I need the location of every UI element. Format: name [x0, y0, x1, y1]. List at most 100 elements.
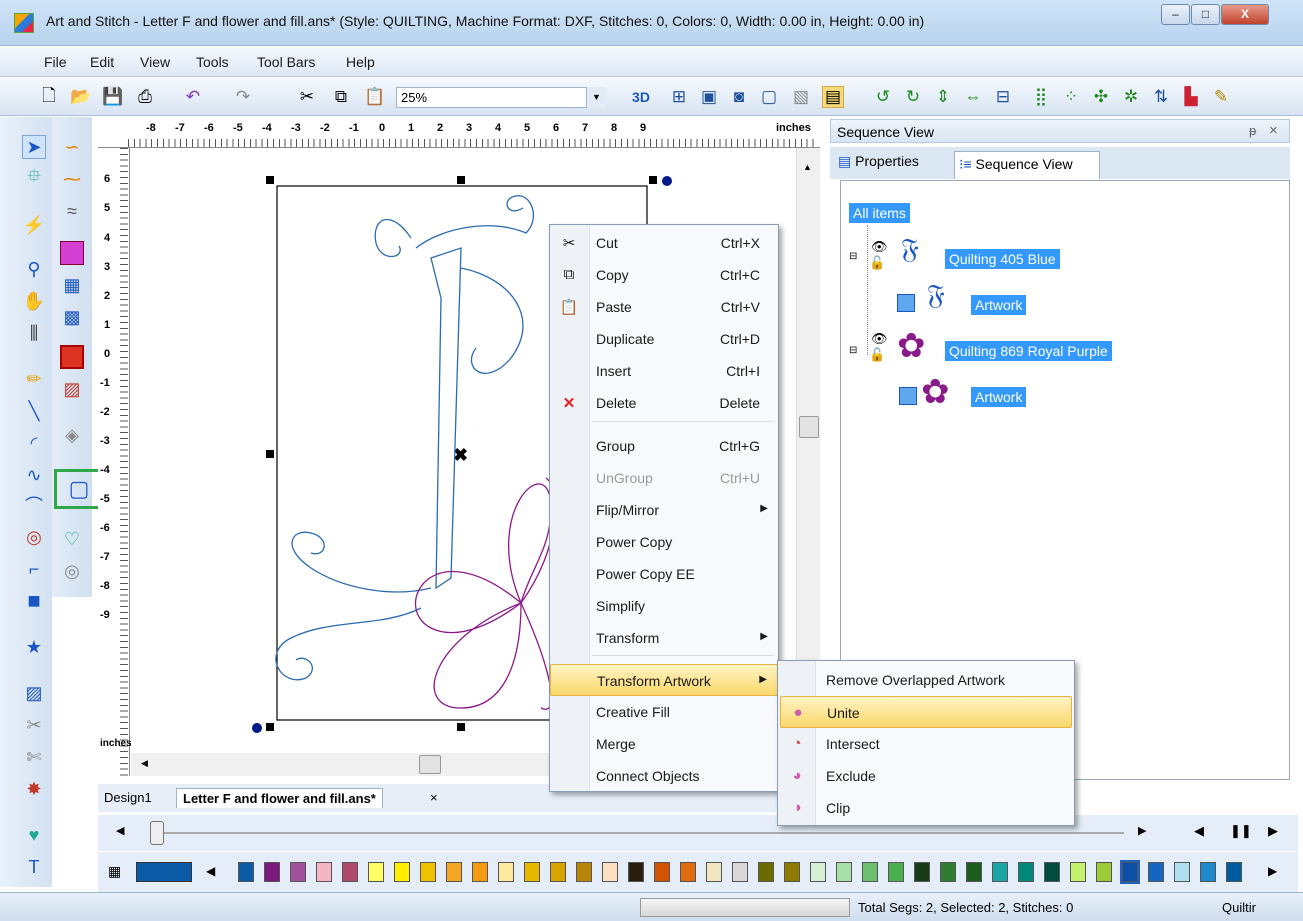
image-import-icon[interactable]: ▨	[22, 681, 46, 705]
palette-swatch[interactable]	[836, 862, 852, 882]
step-forward-icon[interactable]: ▶	[1138, 824, 1146, 837]
flip-horizontal-icon[interactable]: ⇔	[962, 86, 984, 108]
align-icon[interactable]: ⊟	[992, 86, 1014, 108]
wave-fill-icon[interactable]: ▩	[60, 305, 84, 329]
collapse-icon[interactable]: ⊟	[849, 251, 857, 262]
reshape-icon[interactable]: ⯐	[22, 166, 46, 191]
tree-item-artwork-blue[interactable]: Artwork	[971, 295, 1027, 315]
needle-icon[interactable]: ✂	[22, 713, 46, 737]
motif-fill-icon[interactable]: ▦	[60, 273, 84, 297]
tab-sequence-view[interactable]: ⁝≡ Sequence View	[954, 151, 1100, 179]
sequence-view-toggle-icon[interactable]: ▤	[822, 86, 844, 108]
edit-icon[interactable]: ✎	[1210, 86, 1232, 108]
rewind-icon[interactable]: ◀	[1194, 823, 1204, 839]
submenu-item-intersect[interactable]: ◔ Intersect	[780, 728, 1072, 760]
tab-letter-f[interactable]: Letter F and flower and fill.ans*	[176, 788, 383, 808]
palette-swatch[interactable]	[1120, 860, 1140, 884]
palette-swatch[interactable]	[888, 862, 904, 882]
palette-swatch[interactable]	[732, 862, 748, 882]
eye-icon[interactable]: 👁	[871, 239, 888, 255]
context-menu-item-power-copy-ee[interactable]: Power Copy EE	[550, 558, 778, 590]
star-icon[interactable]: ★	[22, 635, 46, 659]
current-color-swatch[interactable]	[136, 862, 192, 882]
lock-icon[interactable]: 🔓	[869, 255, 885, 271]
palette-swatch[interactable]	[1044, 862, 1060, 882]
submenu-item-unite[interactable]: ● Unite	[780, 696, 1072, 728]
palette-swatch[interactable]	[1018, 862, 1034, 882]
image-icon[interactable]: ▧	[790, 86, 812, 108]
scroll-thumb[interactable]	[419, 755, 441, 774]
pin-icon[interactable]: ᵽ	[1249, 123, 1256, 138]
chevron-down-icon[interactable]: ▼	[586, 87, 606, 108]
scroll-up-icon[interactable]: ▲	[803, 162, 812, 172]
save-icon[interactable]: 💾	[102, 86, 124, 108]
palette-swatch[interactable]	[1200, 862, 1216, 882]
rotate-right-icon[interactable]: ↻	[902, 86, 924, 108]
zoom-icon[interactable]: ⚲	[22, 257, 46, 281]
context-menu-item-merge[interactable]: Merge	[550, 728, 778, 760]
fill-pattern-icon[interactable]	[60, 241, 84, 265]
palette-swatch[interactable]	[550, 862, 566, 882]
layers-icon[interactable]: ▙	[1180, 86, 1202, 108]
freehand-icon[interactable]: ∽	[60, 135, 84, 159]
new-icon[interactable]: 🗋	[38, 86, 60, 108]
menu-file[interactable]: File	[44, 54, 67, 70]
context-menu-item-creative-fill[interactable]: Creative Fill	[550, 696, 778, 728]
context-menu-item-transform-artwork[interactable]: Transform Artwork ▶	[550, 664, 778, 696]
palette-swatch[interactable]	[602, 862, 618, 882]
tab-design1[interactable]: Design1	[98, 788, 158, 807]
palette-swatch[interactable]	[992, 862, 1008, 882]
palette-swatch[interactable]	[394, 862, 410, 882]
context-menu-item-flip-mirror[interactable]: Flip/Mirror ▶	[550, 494, 778, 526]
close-tab-icon[interactable]: ×	[424, 788, 444, 807]
context-menu-item-simplify[interactable]: Simplify	[550, 590, 778, 622]
palette-swatch[interactable]	[784, 862, 800, 882]
step-back-icon[interactable]: ◀	[116, 824, 124, 837]
paste-icon[interactable]: 📋	[364, 86, 386, 108]
text-icon[interactable]: T	[22, 855, 46, 879]
menu-edit[interactable]: Edit	[90, 54, 114, 70]
timeline-slider[interactable]	[150, 821, 164, 845]
palette-swatch[interactable]	[1174, 862, 1190, 882]
pan-hand-icon[interactable]: ✋	[22, 289, 46, 313]
pencil-icon[interactable]: ✏	[22, 367, 46, 391]
tree-item-all[interactable]: All items	[849, 203, 910, 223]
tree-item-quilting-purple[interactable]: Quilting 869 Royal Purple	[945, 341, 1112, 361]
palette-swatch[interactable]	[290, 862, 306, 882]
context-menu-item-duplicate[interactable]: Duplicate Ctrl+D	[550, 323, 778, 355]
open-icon[interactable]: 📂	[70, 86, 92, 108]
palette-swatch[interactable]	[940, 862, 956, 882]
context-menu-item-cut[interactable]: ✂ Cut Ctrl+X	[550, 227, 778, 259]
palette-swatch[interactable]	[524, 862, 540, 882]
maximize-button[interactable]: □	[1191, 4, 1220, 25]
palette-swatch[interactable]	[654, 862, 670, 882]
context-menu-item-group[interactable]: Group Ctrl+G	[550, 430, 778, 462]
close-button[interactable]: X	[1221, 4, 1269, 25]
magic-wand-icon[interactable]: ✸	[22, 777, 46, 801]
rotate-left-icon[interactable]: ↺	[872, 86, 894, 108]
play-icon[interactable]: ▶	[1268, 823, 1278, 839]
lock-icon[interactable]: 🔓	[869, 347, 885, 363]
context-menu-item-delete[interactable]: ✕ Delete Delete	[550, 387, 778, 419]
palette-swatch[interactable]	[316, 862, 332, 882]
circle-icon[interactable]: ◎	[22, 525, 46, 549]
array-icon[interactable]: ⣿	[1030, 86, 1052, 108]
palette-grid-icon[interactable]: ▦	[108, 863, 121, 880]
collapse-icon[interactable]: ⊟	[849, 345, 857, 356]
submenu-item-exclude[interactable]: ◕ Exclude	[780, 760, 1072, 792]
satin-icon[interactable]: ≈	[60, 199, 84, 223]
palette-swatch[interactable]	[446, 862, 462, 882]
stitch-icon[interactable]: ⚡	[22, 213, 46, 237]
redo-icon[interactable]: ↷	[232, 86, 254, 108]
context-menu-item-insert[interactable]: Insert Ctrl+I	[550, 355, 778, 387]
menu-view[interactable]: View	[140, 54, 170, 70]
context-menu-item-power-copy[interactable]: Power Copy	[550, 526, 778, 558]
zoom-combo[interactable]: 25%	[396, 87, 606, 108]
palette-swatch[interactable]	[1226, 862, 1242, 882]
pause-icon[interactable]: ❚❚	[1230, 823, 1252, 839]
frame-icon[interactable]: ▣	[698, 86, 720, 108]
sort-icon[interactable]: ⇅	[1150, 86, 1172, 108]
palette-next-icon[interactable]: ▶	[1268, 864, 1277, 878]
select-arrow-icon[interactable]: ➤	[22, 135, 46, 159]
palette-swatch[interactable]	[264, 862, 280, 882]
